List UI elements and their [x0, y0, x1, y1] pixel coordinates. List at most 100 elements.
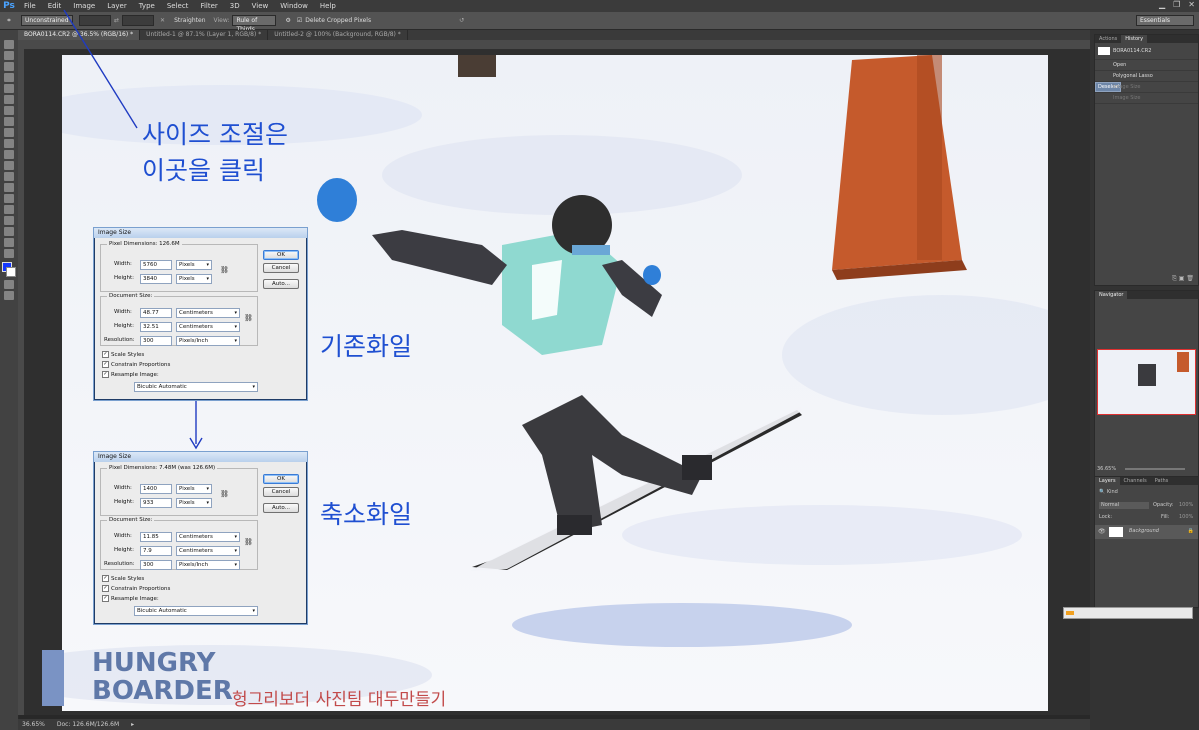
layer-kind-filter[interactable]: 🔍 Kind — [1099, 489, 1118, 495]
reset-icon[interactable]: ↺ — [459, 17, 464, 24]
minimize-icon[interactable]: ▁ — [1159, 0, 1165, 9]
height-field[interactable] — [122, 15, 155, 26]
status-arrow-icon[interactable]: ▸ — [131, 721, 134, 728]
swap-icon[interactable]: ⇄ — [114, 17, 119, 24]
ratio-select[interactable]: Unconstrained — [21, 15, 73, 26]
menu-type[interactable]: Type — [133, 2, 161, 10]
clear-icon[interactable]: ✕ — [160, 17, 165, 24]
blur-tool-icon[interactable] — [4, 172, 14, 181]
menu-filter[interactable]: Filter — [194, 2, 223, 10]
history-snapshot[interactable]: BORA0114.CR2 — [1095, 43, 1198, 60]
resolution-unit-select[interactable]: Pixels/Inch — [176, 560, 240, 570]
history-item[interactable]: Image Size — [1095, 82, 1198, 93]
auto-button[interactable]: Auto... — [263, 279, 299, 289]
layer-row-background[interactable]: 👁 Background 🔒 — [1095, 525, 1198, 539]
resolution-field[interactable]: 300 — [140, 560, 172, 570]
lasso-tool-icon[interactable] — [4, 62, 14, 71]
quick-select-tool-icon[interactable] — [4, 73, 14, 82]
layer-name[interactable]: Background — [1129, 528, 1159, 534]
move-tool-icon[interactable] — [4, 40, 14, 49]
marquee-tool-icon[interactable] — [4, 51, 14, 60]
crop-tool-icon[interactable] — [4, 84, 14, 93]
height-unit-select[interactable]: Pixels — [176, 274, 212, 284]
tab-bora0114[interactable]: BORA0114.CR2 @ 36.5% (RGB/16) * — [18, 30, 141, 40]
ok-button[interactable]: OK — [263, 474, 299, 484]
menu-select[interactable]: Select — [161, 2, 195, 10]
doc-width-unit-select[interactable]: Centimeters — [176, 532, 240, 542]
clone-stamp-tool-icon[interactable] — [4, 128, 14, 137]
constrain-checkbox[interactable]: ✓ Constrain Proportions — [102, 585, 170, 593]
menu-3d[interactable]: 3D — [224, 2, 246, 10]
delete-cropped-checkbox[interactable]: ☑ — [297, 17, 302, 24]
resample-checkbox[interactable]: ✓ Resample Image: — [102, 595, 159, 603]
crop-tool-icon[interactable]: ⌗ — [0, 17, 18, 25]
resolution-unit-select[interactable]: Pixels/Inch — [176, 336, 240, 346]
tab-untitled-2[interactable]: Untitled-2 @ 100% (Background, RGB/8) * — [268, 30, 408, 40]
tab-layers[interactable]: Layers — [1095, 477, 1120, 485]
type-tool-icon[interactable] — [4, 205, 14, 214]
width-unit-select[interactable]: Pixels — [176, 484, 212, 494]
scale-styles-checkbox[interactable]: ✓ Scale Styles — [102, 575, 144, 583]
collapsed-panel-bar[interactable] — [1063, 607, 1193, 619]
constrain-checkbox[interactable]: ✓ Constrain Proportions — [102, 361, 170, 369]
zoom-tool-icon[interactable] — [4, 249, 14, 258]
width-field[interactable]: 1400 — [140, 484, 172, 494]
tab-untitled-1[interactable]: Untitled-1 @ 87.1% (Layer 1, RGB/8) * — [140, 30, 269, 40]
shape-tool-icon[interactable] — [4, 227, 14, 236]
cancel-button[interactable]: Cancel — [263, 487, 299, 497]
opacity-value[interactable]: 100% — [1179, 502, 1193, 508]
menu-image[interactable]: Image — [67, 2, 101, 10]
tab-history[interactable]: History — [1121, 35, 1148, 43]
doc-width-unit-select[interactable]: Centimeters — [176, 308, 240, 318]
doc-height-field[interactable]: 32.51 — [140, 322, 172, 332]
width-field[interactable] — [79, 15, 111, 26]
height-field[interactable]: 933 — [140, 498, 172, 508]
tab-navigator[interactable]: Navigator — [1095, 291, 1128, 299]
menu-help[interactable]: Help — [314, 2, 342, 10]
navigator-zoom[interactable]: 36.65% — [1097, 466, 1116, 472]
resolution-field[interactable]: 300 — [140, 336, 172, 346]
resample-checkbox[interactable]: ✓ Resample Image: — [102, 371, 159, 379]
width-field[interactable]: 5760 — [140, 260, 172, 270]
history-item[interactable]: Image Size — [1095, 93, 1198, 104]
brush-tool-icon[interactable] — [4, 117, 14, 126]
restore-icon[interactable]: ❐ — [1173, 0, 1180, 9]
cancel-button[interactable]: Cancel — [263, 263, 299, 273]
history-item[interactable]: Polygonal Lasso — [1095, 71, 1198, 82]
resample-method-select[interactable]: Bicubic Automatic — [134, 382, 258, 392]
height-unit-select[interactable]: Pixels — [176, 498, 212, 508]
path-select-tool-icon[interactable] — [4, 216, 14, 225]
tab-channels[interactable]: Channels — [1120, 477, 1151, 485]
menu-edit[interactable]: Edit — [42, 2, 68, 10]
dodge-tool-icon[interactable] — [4, 183, 14, 192]
doc-height-unit-select[interactable]: Centimeters — [176, 546, 240, 556]
close-icon[interactable]: ✕ — [1188, 0, 1195, 9]
doc-height-field[interactable]: 7.9 — [140, 546, 172, 556]
navigator-zoom-slider[interactable] — [1125, 468, 1185, 470]
menu-view[interactable]: View — [246, 2, 275, 10]
hand-tool-icon[interactable] — [4, 238, 14, 247]
doc-width-field[interactable]: 11.85 — [140, 532, 172, 542]
zoom-level[interactable]: 36.65% — [22, 721, 45, 728]
screen-mode-icon[interactable] — [4, 291, 14, 300]
eraser-tool-icon[interactable] — [4, 150, 14, 159]
scale-styles-checkbox[interactable]: ✓ Scale Styles — [102, 351, 144, 359]
history-brush-tool-icon[interactable] — [4, 139, 14, 148]
auto-button[interactable]: Auto... — [263, 503, 299, 513]
visibility-eye-icon[interactable]: 👁 — [1098, 528, 1106, 535]
straighten-label[interactable]: Straighten — [174, 17, 205, 24]
width-unit-select[interactable]: Pixels — [176, 260, 212, 270]
eyedropper-tool-icon[interactable] — [4, 95, 14, 104]
gear-icon[interactable]: ⚙ — [285, 17, 290, 24]
doc-height-unit-select[interactable]: Centimeters — [176, 322, 240, 332]
gradient-tool-icon[interactable] — [4, 161, 14, 170]
resample-method-select[interactable]: Bicubic Automatic — [134, 606, 258, 616]
color-swatches[interactable] — [0, 262, 18, 278]
fill-value[interactable]: 100% — [1179, 514, 1193, 520]
blend-mode-select[interactable]: Normal — [1099, 502, 1149, 509]
doc-width-field[interactable]: 48.77 — [140, 308, 172, 318]
navigator-thumbnail[interactable] — [1097, 349, 1196, 415]
menu-file[interactable]: File — [18, 2, 42, 10]
menu-window[interactable]: Window — [274, 2, 314, 10]
tab-actions[interactable]: Actions — [1095, 35, 1121, 43]
